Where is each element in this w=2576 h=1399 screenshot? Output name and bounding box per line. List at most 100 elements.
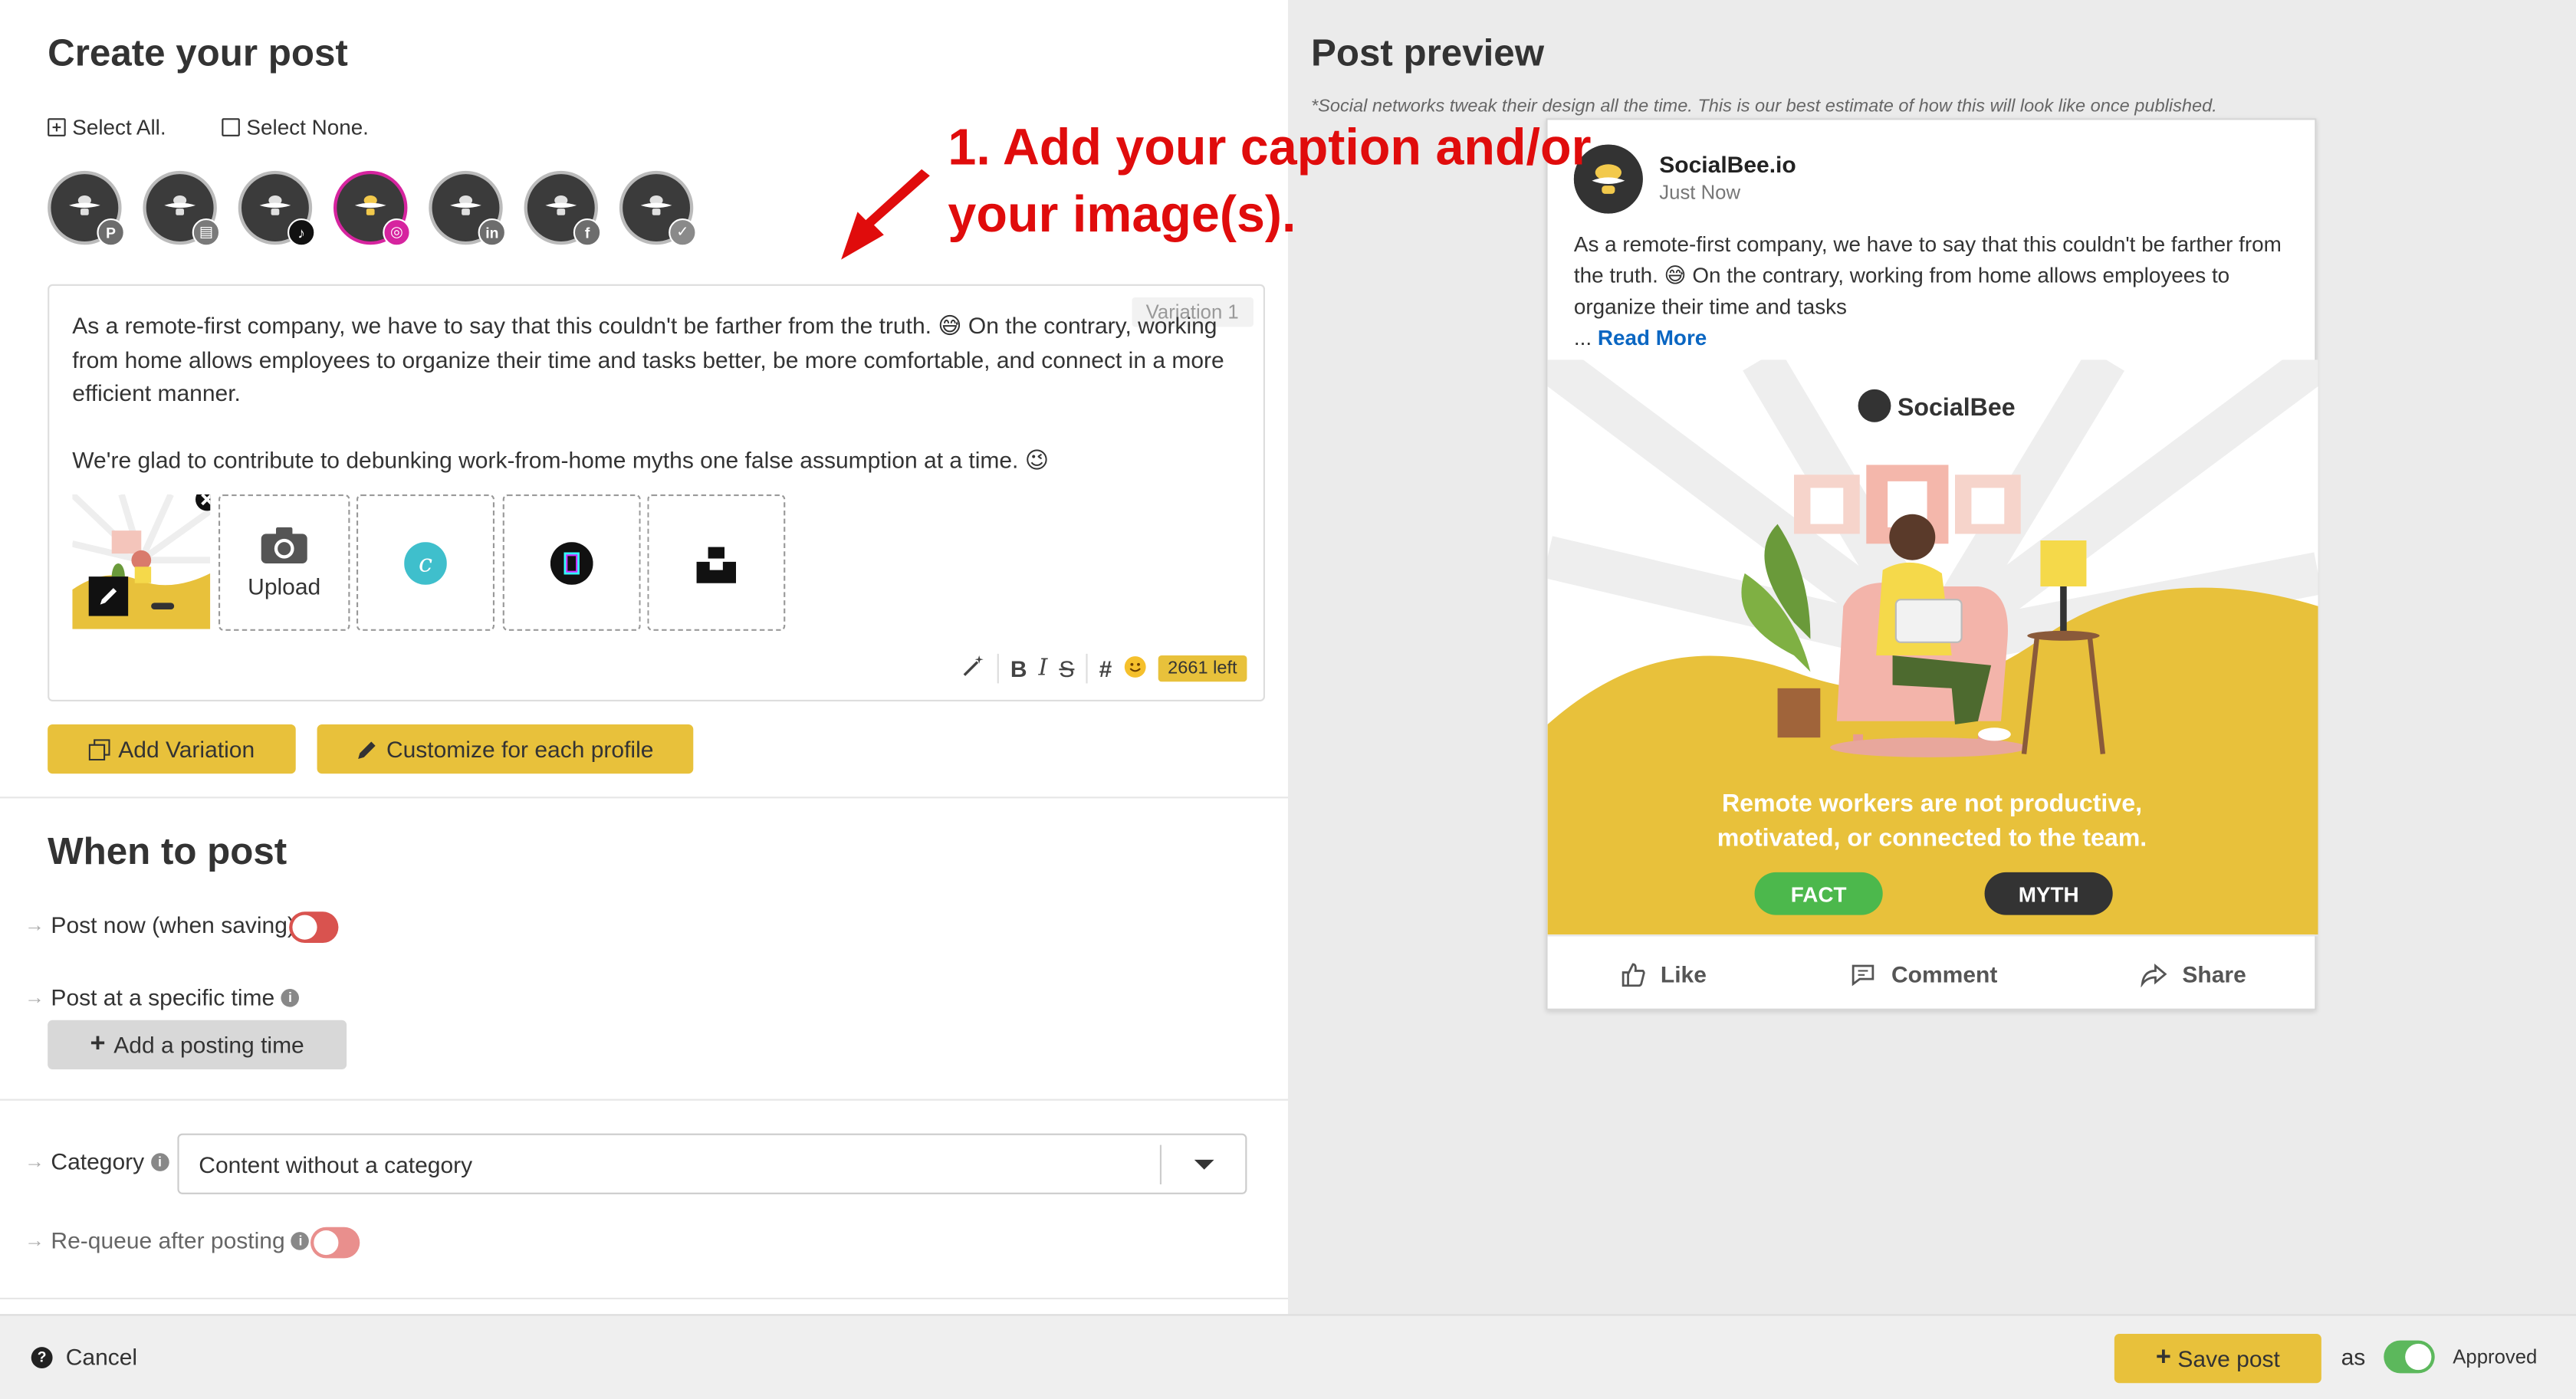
post-specific-label: Post at a specific time bbox=[51, 984, 275, 1010]
approval-toggle[interactable] bbox=[2384, 1340, 2435, 1374]
share-icon bbox=[2141, 964, 2168, 987]
requeue-toggle[interactable] bbox=[310, 1227, 360, 1259]
edit-image-button[interactable] bbox=[88, 576, 129, 616]
image-brand: SocialBee bbox=[1898, 393, 2016, 421]
create-post-title: Create your post bbox=[48, 31, 348, 74]
post-now-row: → Post now (when saving) bbox=[25, 911, 295, 938]
profile-avatar-instagram[interactable]: ◎ bbox=[334, 170, 411, 247]
like-label: Like bbox=[1660, 961, 1707, 987]
bee-logo-icon bbox=[69, 195, 100, 215]
question-icon: ? bbox=[31, 1346, 53, 1368]
bee-logo-icon bbox=[354, 195, 386, 215]
caption-paragraph-1: As a remote-first company, we have to sa… bbox=[72, 312, 1224, 406]
dropdown-toggle[interactable] bbox=[1159, 1144, 1245, 1184]
camera-icon bbox=[261, 527, 307, 563]
share-label: Share bbox=[2182, 961, 2246, 987]
canva-button[interactable]: c bbox=[356, 494, 495, 631]
caption-editor[interactable]: Variation 1 As a remote-first company, w… bbox=[48, 284, 1266, 702]
arrow-right-icon: → bbox=[25, 985, 44, 1009]
bee-logo-icon bbox=[450, 195, 481, 215]
profile-avatar-facebook[interactable]: f bbox=[524, 170, 602, 247]
profile-avatar-pinterest[interactable]: P bbox=[48, 170, 125, 247]
empty-square-icon bbox=[222, 118, 240, 136]
add-posting-time-button[interactable]: + Add a posting time bbox=[48, 1020, 347, 1069]
pencil-icon bbox=[358, 741, 376, 758]
category-label: Category bbox=[51, 1148, 145, 1175]
info-icon[interactable]: i bbox=[281, 987, 300, 1007]
thumbs-up-icon bbox=[1622, 963, 1645, 987]
profile-avatar-linkedin[interactable]: in bbox=[429, 170, 506, 247]
select-none-label: Select None. bbox=[246, 115, 369, 140]
copy-icon bbox=[88, 738, 110, 760]
post-specific-row: → Post at a specific time i bbox=[25, 984, 300, 1010]
plus-square-icon bbox=[48, 118, 66, 136]
toolbar-divider bbox=[997, 653, 999, 684]
svg-text:c: c bbox=[419, 548, 432, 577]
comment-button[interactable]: Comment bbox=[1850, 961, 1997, 987]
plus-icon: + bbox=[90, 1030, 106, 1058]
caption-text[interactable]: As a remote-first company, we have to sa… bbox=[72, 309, 1242, 478]
like-button[interactable]: Like bbox=[1619, 961, 1707, 987]
requeue-label: Re-queue after posting bbox=[51, 1227, 285, 1253]
twitter-icon: ✓ bbox=[669, 218, 697, 247]
upload-button[interactable]: Upload bbox=[219, 494, 350, 631]
toolbar-divider bbox=[1086, 653, 1088, 684]
pencil-icon bbox=[100, 588, 117, 605]
add-variation-button[interactable]: Add Variation bbox=[48, 724, 296, 774]
bold-button[interactable]: B bbox=[1010, 655, 1027, 681]
comment-label: Comment bbox=[1891, 961, 1998, 987]
image-claim-line-1: Remote workers are not productive, bbox=[1722, 790, 2142, 817]
category-row: → Category i bbox=[25, 1148, 169, 1174]
comment-icon bbox=[1852, 964, 1875, 987]
info-icon[interactable]: i bbox=[150, 1152, 169, 1171]
post-timestamp: Just Now bbox=[1659, 180, 1741, 204]
character-counter: 2661 left bbox=[1158, 655, 1247, 682]
profile-avatar-google-business[interactable]: ▤ bbox=[143, 170, 221, 247]
tiktok-icon: ♪ bbox=[288, 218, 316, 247]
emoji-button[interactable] bbox=[1123, 655, 1146, 682]
giphy-button[interactable] bbox=[502, 494, 641, 631]
upload-label: Upload bbox=[248, 573, 321, 600]
annotation-line-2: your image(s). bbox=[948, 186, 1296, 244]
image-claim-line-2: motivated, or connected to the team. bbox=[1717, 824, 2147, 852]
annotation-arrow-icon bbox=[841, 169, 930, 260]
save-post-button[interactable]: + Save post bbox=[2114, 1334, 2321, 1384]
hashtag-button[interactable]: # bbox=[1099, 655, 1112, 681]
select-all-button[interactable]: Select All. bbox=[48, 115, 166, 140]
save-post-label: Save post bbox=[2177, 1345, 2280, 1372]
select-none-button[interactable]: Select None. bbox=[222, 115, 369, 140]
post-now-toggle[interactable] bbox=[289, 911, 339, 943]
profile-avatar-tiktok[interactable]: ♪ bbox=[238, 170, 316, 247]
customize-label: Customize for each profile bbox=[386, 736, 654, 763]
category-select[interactable]: Content without a category bbox=[177, 1133, 1247, 1194]
strikethrough-button[interactable]: S bbox=[1059, 655, 1074, 681]
post-actions: Like Comment Share bbox=[1547, 934, 2318, 1012]
cancel-label: Cancel bbox=[65, 1343, 138, 1371]
profile-avatar-twitter[interactable]: ✓ bbox=[619, 170, 697, 247]
read-more-link[interactable]: Read More bbox=[1598, 325, 1707, 350]
remove-image-button[interactable] bbox=[194, 494, 211, 521]
giphy-icon bbox=[550, 541, 593, 584]
preview-body: As a remote-first company, we have to sa… bbox=[1573, 232, 2282, 319]
unsplash-icon bbox=[696, 546, 736, 583]
editor-toolbar: B I S # 2661 left bbox=[961, 653, 1247, 684]
myth-pill: MYTH bbox=[2019, 882, 2079, 906]
bee-logo-icon bbox=[640, 195, 672, 215]
close-icon bbox=[196, 494, 211, 511]
customize-profiles-button[interactable]: Customize for each profile bbox=[317, 724, 694, 774]
approval-status: Approved bbox=[2453, 1345, 2538, 1368]
magic-wand-icon[interactable] bbox=[961, 654, 986, 684]
cancel-button[interactable]: ? Cancel bbox=[31, 1344, 137, 1370]
info-icon[interactable]: i bbox=[291, 1231, 310, 1250]
arrow-right-icon: → bbox=[25, 1150, 44, 1173]
share-button[interactable]: Share bbox=[2141, 961, 2246, 987]
facebook-icon: f bbox=[573, 218, 602, 247]
unsplash-button[interactable] bbox=[647, 494, 786, 631]
caption-paragraph-2: We're glad to contribute to debunking wo… bbox=[72, 446, 1050, 474]
section-divider bbox=[0, 1099, 1288, 1101]
preview-text: As a remote-first company, we have to sa… bbox=[1574, 228, 2297, 353]
attached-image-thumbnail[interactable] bbox=[72, 494, 211, 629]
plus-icon: + bbox=[2155, 1343, 2171, 1372]
italic-button[interactable]: I bbox=[1039, 655, 1048, 681]
profile-name: SocialBee.io bbox=[1659, 151, 1796, 178]
